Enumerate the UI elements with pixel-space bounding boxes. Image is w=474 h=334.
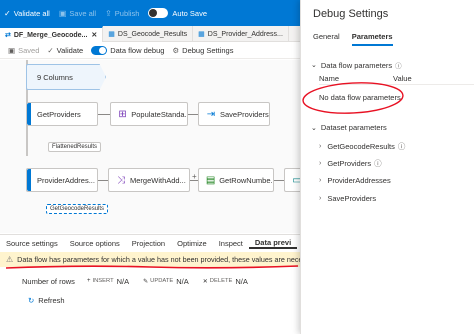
- connector: [274, 180, 284, 181]
- node-save-providers[interactable]: ⇥ SaveProviders: [198, 102, 270, 126]
- tab-parameters[interactable]: Parameters: [351, 32, 393, 46]
- dataflow-parameters-section[interactable]: ⌄ Data flow parameters ⓘ: [311, 60, 402, 71]
- tab-inspect[interactable]: Inspect: [213, 239, 249, 248]
- flattened-results-chip[interactable]: FlattenedResults: [48, 142, 102, 152]
- red-underline-annotation: [5, 265, 299, 269]
- dataset-item[interactable]: › GetGeocodeResults ⓘ: [319, 141, 405, 152]
- refresh-icon: ↻: [28, 296, 35, 305]
- tab-source-settings[interactable]: Source settings: [0, 239, 64, 248]
- connector: [98, 114, 110, 115]
- saved-indicator: ▣ Saved: [8, 45, 40, 55]
- chevron-down-icon: ⌄: [311, 62, 317, 69]
- tab-df-merge[interactable]: ⇄ DF_Merge_Geocode... ✕: [0, 26, 104, 42]
- refresh-button[interactable]: ↻ Refresh: [28, 296, 65, 305]
- toggle-switch[interactable]: [148, 8, 169, 18]
- tab-optimize[interactable]: Optimize: [171, 239, 213, 248]
- node-merge-with-address[interactable]: ⤨ MergeWithAdd...: [108, 168, 190, 192]
- node-get-row-number[interactable]: ▤ GetRowNumbe...: [198, 168, 274, 192]
- chevron-right-icon: ›: [319, 160, 322, 167]
- sink-icon: ▭: [292, 174, 300, 186]
- connector: [190, 180, 198, 181]
- chevron-down-icon: ⌄: [311, 124, 317, 132]
- info-icon[interactable]: ⓘ: [395, 60, 402, 70]
- geocode-results-chip[interactable]: GetGeocodeResults: [46, 204, 109, 214]
- window-icon: ▤: [205, 174, 216, 186]
- info-icon[interactable]: ⓘ: [398, 141, 406, 152]
- transform-icon: ⊞: [118, 108, 127, 120]
- debug-settings-button[interactable]: ⚙ Debug Settings: [172, 46, 233, 55]
- publish-button[interactable]: ⇪ Publish: [105, 9, 139, 18]
- auto-save-toggle[interactable]: Auto Save: [148, 8, 207, 18]
- table-icon: ▦: [108, 31, 115, 38]
- tab-ds-geocode[interactable]: ▦ DS_Geocode_Results: [103, 26, 194, 42]
- validate-button[interactable]: ✓ Validate: [47, 46, 83, 55]
- dataset-item[interactable]: › GetProviders ⓘ: [319, 158, 382, 169]
- sink-icon: ⇥: [206, 108, 216, 120]
- toggle-switch[interactable]: [91, 45, 108, 55]
- table-icon: ▦: [198, 31, 205, 38]
- rows-label: Number of rows: [22, 276, 75, 286]
- gear-icon: ⚙: [172, 45, 180, 55]
- debug-settings-panel: Debug Settings General Parameters ⌄ Data…: [300, 0, 474, 334]
- settings-tabs: Source settings Source options Projectio…: [0, 234, 300, 251]
- node-provider-addresses[interactable]: ProviderAddres...: [26, 168, 98, 192]
- info-icon[interactable]: ⓘ: [374, 158, 382, 169]
- tab-source-options[interactable]: Source options: [64, 239, 126, 248]
- node-populate-standard[interactable]: ⊞ PopulateStanda...: [110, 102, 188, 126]
- check-icon: ✓: [4, 8, 11, 18]
- dataset-parameters-section[interactable]: ⌄ Dataset parameters: [311, 123, 387, 132]
- insert-icon: +: [86, 278, 91, 284]
- tab-general[interactable]: General: [313, 32, 340, 46]
- columns-node[interactable]: 9 Columns: [26, 64, 106, 90]
- connector: [98, 180, 108, 181]
- tab-ds-provider[interactable]: ▦ DS_Provider_Address...: [193, 26, 289, 42]
- dataflow-debug-toggle[interactable]: Data flow debug: [91, 45, 164, 55]
- check-icon: ✓: [47, 45, 54, 55]
- dataflow-canvas[interactable]: 9 Columns GetProviders ⊞ PopulateStanda..…: [0, 60, 300, 233]
- save-all-button[interactable]: ▣ Save all: [59, 9, 96, 18]
- node-get-providers[interactable]: GetProviders: [26, 102, 98, 126]
- dataflow-icon: ⇄: [5, 32, 11, 39]
- tab-data-preview[interactable]: Data previ: [248, 238, 298, 249]
- upload-icon: ⇪: [105, 8, 112, 18]
- red-circle-annotation: [302, 82, 404, 114]
- update-icon: ✎: [143, 278, 149, 285]
- dataset-item[interactable]: › ProviderAddresses: [319, 176, 391, 185]
- delete-icon: ✕: [202, 278, 208, 285]
- close-icon[interactable]: ✕: [91, 31, 97, 39]
- chevron-right-icon: ›: [319, 177, 322, 184]
- chevron-right-icon: ›: [319, 143, 322, 150]
- dataflow-toolbar: ▣ Saved ✓ Validate Data flow debug ⚙ Debug …: [0, 42, 300, 59]
- save-icon: ▣: [58, 8, 67, 18]
- save-icon: ▣: [8, 45, 16, 55]
- connector: [188, 114, 198, 115]
- node-next[interactable]: ▭: [284, 168, 300, 192]
- panel-title: Debug Settings: [313, 8, 389, 20]
- merge-icon: ⤨: [117, 174, 125, 186]
- validate-all-button[interactable]: ✓ Validate all: [4, 9, 50, 18]
- panel-tabs: General Parameters: [313, 32, 405, 46]
- preview-stats: Number of rows + INSERT N/A ✎ UPDATE N/A ✕ DE…: [22, 276, 248, 286]
- chevron-right-icon: ›: [319, 195, 322, 202]
- dataset-item[interactable]: › SaveProviders: [319, 194, 376, 203]
- tab-projection[interactable]: Projection: [126, 239, 171, 248]
